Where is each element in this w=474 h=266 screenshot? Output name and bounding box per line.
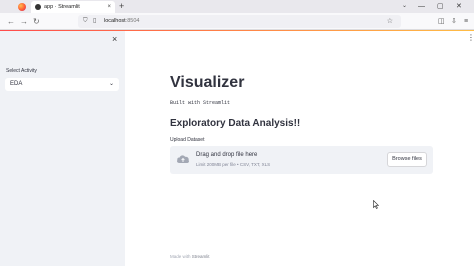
tab-close-icon[interactable]: × bbox=[107, 1, 111, 13]
url-host: localhost bbox=[104, 18, 126, 24]
new-tab-button[interactable]: + bbox=[119, 0, 124, 13]
browser-menu-icon[interactable]: ≡ bbox=[464, 13, 468, 30]
page-title: Visualizer bbox=[170, 74, 245, 91]
url-port: :8504 bbox=[125, 18, 140, 24]
sidebar: × Select Activity EDA ⌄ bbox=[0, 31, 125, 266]
select-activity-dropdown[interactable]: EDA ⌄ bbox=[5, 78, 119, 91]
extensions-icon[interactable]: ⇩ bbox=[451, 13, 457, 30]
maximize-button[interactable]: ▢ bbox=[437, 0, 444, 13]
select-activity-value: EDA bbox=[10, 81, 23, 87]
window-close-button[interactable]: ✕ bbox=[456, 0, 462, 13]
upload-dataset-label: Upload Dataset bbox=[170, 137, 205, 143]
cloud-upload-icon bbox=[177, 155, 190, 163]
pocket-icon[interactable]: ◫ bbox=[438, 13, 445, 30]
shield-icon: ⛉ bbox=[83, 18, 88, 24]
mouse-cursor-icon bbox=[373, 200, 379, 209]
minimize-button[interactable]: — bbox=[418, 0, 425, 13]
select-activity-label: Select Activity bbox=[6, 68, 37, 74]
sidebar-close-icon[interactable]: × bbox=[112, 33, 117, 45]
firefox-logo-icon bbox=[18, 3, 26, 11]
bookmark-star-icon[interactable]: ☆ bbox=[387, 15, 393, 28]
built-with-text: Built with Streamlit bbox=[170, 100, 231, 106]
url-bar[interactable]: ⛉ ▯ localhost:8504 ☆ bbox=[78, 15, 401, 28]
streamlit-favicon-icon bbox=[35, 4, 41, 10]
app-menu-icon[interactable]: ⋮ bbox=[467, 33, 474, 43]
reload-icon[interactable]: ↻ bbox=[33, 13, 40, 30]
dropzone-title: Drag and drop file here bbox=[196, 152, 258, 158]
chevron-down-icon: ⌄ bbox=[108, 81, 114, 87]
browser-nav-bar: ← → ↻ ⛉ ▯ localhost:8504 ☆ ◫ ⇩ ≡ bbox=[0, 13, 474, 30]
browser-tab-bar: app · Streamlit × + ⌄ — ▢ ✕ bbox=[0, 0, 474, 13]
file-dropzone[interactable]: Drag and drop file here Limit 200MB per … bbox=[170, 146, 433, 174]
back-icon[interactable]: ← bbox=[7, 13, 15, 30]
page-info-icon[interactable]: ▯ bbox=[93, 15, 96, 28]
footer: Made with Streamlit bbox=[170, 254, 210, 259]
tab-list-icon[interactable]: ⌄ bbox=[402, 0, 407, 13]
browse-files-button[interactable]: Browse files bbox=[387, 152, 427, 167]
url-text: localhost:8504 bbox=[104, 15, 139, 28]
footer-brand-link[interactable]: Streamlit bbox=[192, 254, 210, 259]
page-subheader: Exploratory Data Analysis!! bbox=[170, 118, 301, 129]
browser-tab[interactable]: app · Streamlit × bbox=[31, 1, 115, 13]
dropzone-limit-text: Limit 200MB per file • CSV, TXT, XLS bbox=[196, 162, 271, 167]
footer-prefix: Made with bbox=[170, 254, 192, 259]
tab-title: app · Streamlit bbox=[44, 4, 80, 10]
forward-icon[interactable]: → bbox=[20, 13, 28, 30]
